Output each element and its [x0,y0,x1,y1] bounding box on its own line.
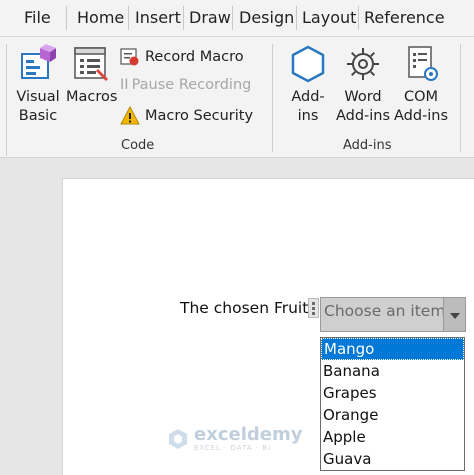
tab-separator [232,6,233,30]
warning-icon [120,106,140,125]
chevron-down-icon[interactable] [444,297,466,332]
tab-insert[interactable]: Insert [135,8,181,27]
macros-label: Macros [66,89,118,105]
pause-icon: II [120,77,129,93]
tab-separator [296,6,297,30]
tab-draw[interactable]: Draw [189,8,231,27]
dropdown-option[interactable]: Guava [321,448,464,470]
record-macro-button[interactable]: Record Macro [120,47,244,67]
group-separator [272,44,273,152]
gear-icon [347,48,379,80]
pause-recording-button[interactable]: II Pause Recording [120,77,251,93]
macros-icon [74,47,109,82]
com-add-ins-button[interactable]: COM Add-ins [392,44,450,126]
macro-security-label: Macro Security [145,108,254,124]
watermark-tagline: EXCEL · DATA · BI [194,444,272,452]
add-ins-label-line1: Add- [291,89,325,105]
visual-basic-label-line2: Basic [18,108,58,124]
visual-basic-label-line1: Visual [16,89,60,105]
visual-basic-button[interactable]: Visual Basic [14,44,62,126]
tab-file[interactable]: File [24,8,51,27]
code-group-label: Code [121,138,155,153]
add-ins-label-line2: ins [297,108,319,124]
add-ins-button[interactable]: Add- ins [285,44,331,126]
watermark-name: exceldemy [194,424,303,445]
tab-references[interactable]: Reference [364,8,445,27]
ribbon-tab-bar: File Home Insert Draw Design Layout Refe… [0,0,474,37]
dropdown-option[interactable]: Orange [321,404,464,426]
tab-layout[interactable]: Layout [302,8,356,27]
record-macro-label: Record Macro [145,49,244,65]
tab-separator [66,6,67,30]
pause-recording-label: Pause Recording [131,77,252,93]
tab-separator [183,6,184,30]
dropdown-option[interactable]: Apple [321,426,464,448]
tab-separator [128,6,129,30]
tab-design[interactable]: Design [239,8,294,27]
fruit-dropdown-list: Mango Banana Grapes Orange Apple Guava [320,337,465,471]
word-add-ins-label-line2: Add-ins [335,108,391,124]
macro-security-button[interactable]: Macro Security [120,106,253,126]
chosen-fruit-label: The chosen Fruit [180,299,309,317]
com-add-ins-label-line2: Add-ins [393,108,449,124]
dropdown-option[interactable]: Grapes [321,382,464,404]
tab-separator [358,6,359,30]
com-add-ins-label-line1: COM [403,89,439,105]
word-add-ins-label-line1: Word [344,89,382,105]
dropdown-option[interactable]: Banana [321,360,464,382]
macros-button[interactable]: Macros [66,44,118,107]
dropdown-option[interactable]: Mango [321,338,464,360]
add-ins-group-label: Add-ins [343,138,392,153]
add-ins-hexagon-icon [291,45,325,83]
fruit-dropdown-control[interactable]: Choose an item. [320,297,444,332]
com-add-ins-icon [408,46,438,81]
ribbon-left-border [6,44,7,156]
content-control-handle[interactable] [308,298,319,318]
tab-home[interactable]: Home [77,8,124,27]
exceldemy-logo-icon [169,429,187,449]
record-macro-icon [120,48,139,66]
exceldemy-watermark: exceldemy EXCEL · DATA · BI [166,426,302,452]
word-add-ins-button[interactable]: Word Add-ins [334,44,392,126]
visual-basic-icon [21,44,56,79]
group-separator [460,44,461,152]
